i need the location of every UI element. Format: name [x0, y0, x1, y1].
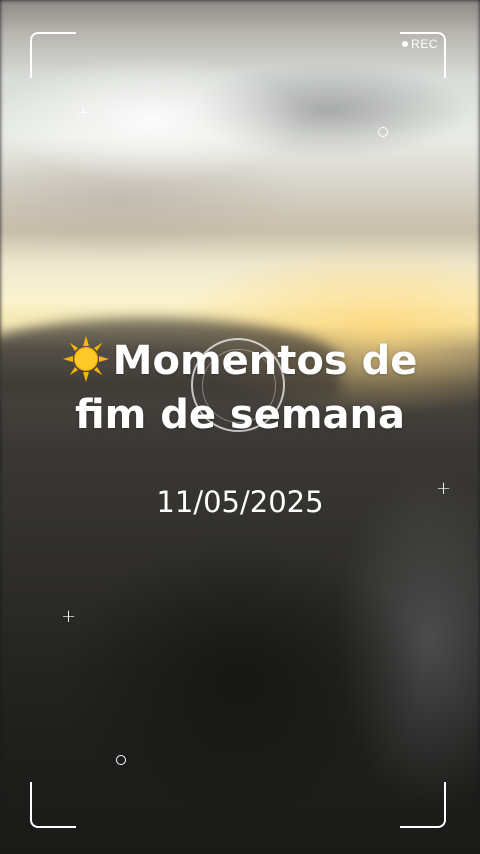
viewfinder-corner-bottom-left	[30, 782, 76, 828]
story-title: Momentos de fim de semana	[0, 334, 480, 442]
story-frame: REC + + + Momentos de fim de semana 11/0…	[0, 0, 480, 854]
title-line-2: fim de semana	[74, 392, 406, 438]
viewfinder-corner-top-left	[30, 32, 76, 78]
rec-dot-icon	[402, 41, 409, 47]
viewfinder-corner-bottom-right	[400, 782, 446, 828]
plus-sparkle-icon: +	[61, 606, 77, 627]
rec-indicator: REC	[402, 37, 438, 51]
rec-label: REC	[411, 37, 438, 51]
story-date: 11/05/2025	[156, 485, 324, 519]
title-line-1: Momentos de	[0, 334, 480, 388]
circle-sparkle-icon	[116, 755, 126, 765]
sun-icon	[62, 336, 109, 382]
plus-sparkle-icon: +	[76, 102, 92, 123]
circle-sparkle-icon	[378, 127, 388, 137]
title-text-1: Momentos de	[112, 338, 418, 384]
